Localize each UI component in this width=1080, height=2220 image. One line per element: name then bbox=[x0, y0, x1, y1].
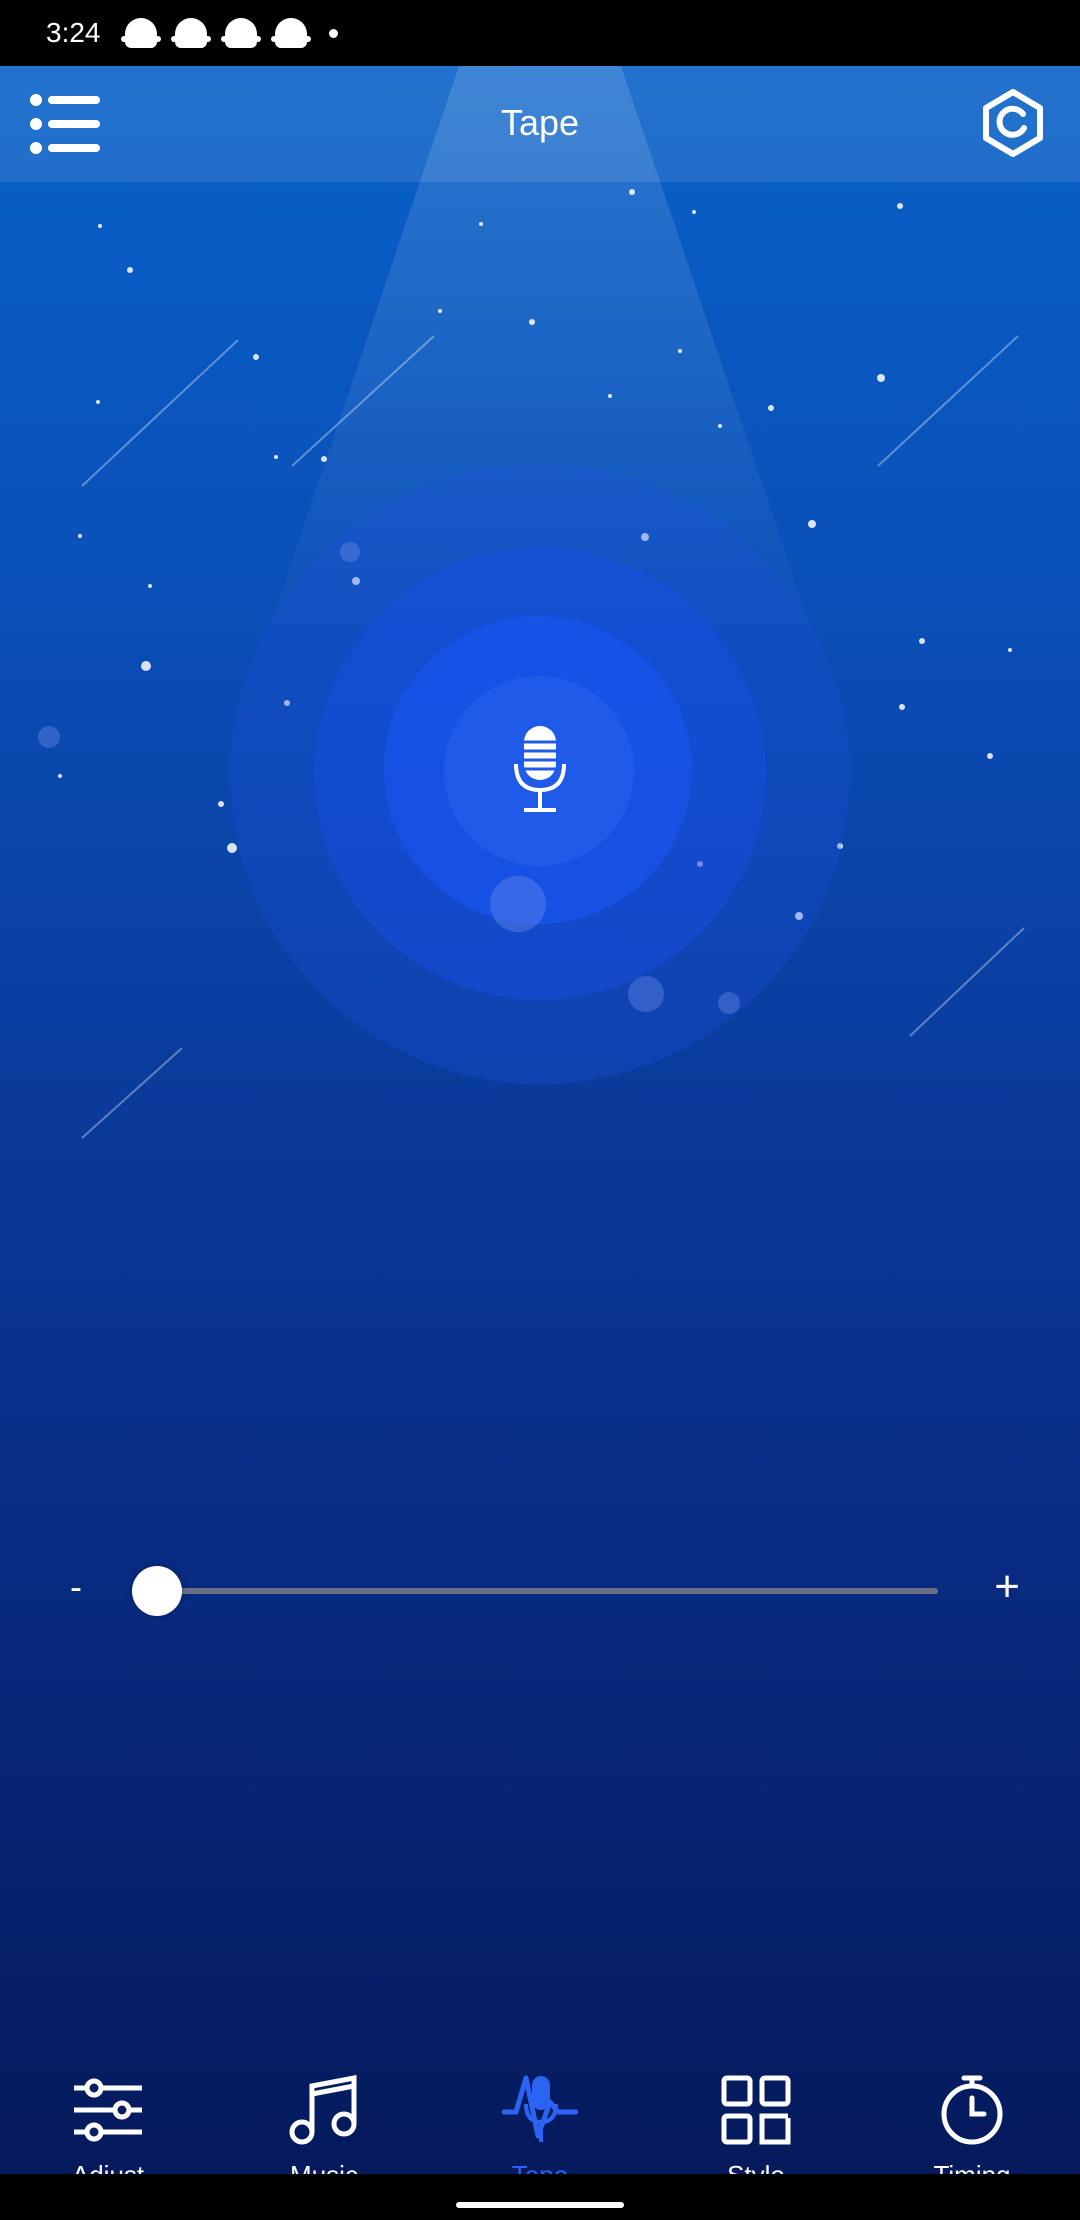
mic-wave-icon bbox=[502, 2075, 578, 2142]
nav-label-style: Style bbox=[727, 2160, 785, 2174]
gesture-navigation-bar bbox=[0, 2174, 1080, 2220]
notification-icons bbox=[120, 18, 338, 48]
gear-icon[interactable] bbox=[978, 88, 1048, 158]
slider-thumb[interactable] bbox=[132, 1566, 182, 1616]
nav-adjust[interactable]: Adjust bbox=[0, 2028, 216, 2174]
floating-bubble bbox=[490, 876, 546, 932]
page-title: Tape bbox=[500, 102, 580, 143]
floating-bubble bbox=[38, 726, 60, 748]
slider-min-label: - bbox=[70, 1566, 82, 1607]
nav-music[interactable]: Music bbox=[216, 2028, 432, 2174]
slider-max-label: + bbox=[994, 1562, 1020, 1611]
sliders-icon bbox=[74, 2078, 142, 2142]
app-screen: Tape - + Adjust bbox=[0, 66, 1080, 2174]
status-time: 3:24 bbox=[46, 17, 101, 48]
floating-bubble bbox=[340, 542, 360, 562]
nav-label-tape: Tape bbox=[512, 2160, 568, 2174]
timer-icon bbox=[941, 2075, 1003, 2145]
home-handle[interactable] bbox=[456, 2202, 624, 2208]
nav-label-music: Music bbox=[290, 2160, 358, 2174]
header-bar: Tape bbox=[0, 66, 1080, 182]
nav-timing[interactable]: Timing bbox=[864, 2028, 1080, 2174]
nav-label-adjust: Adjust bbox=[72, 2160, 144, 2174]
bottom-nav: Adjust Music Tape bbox=[0, 2028, 1080, 2174]
microphone-icon bbox=[514, 726, 566, 812]
snapchat-icon bbox=[270, 18, 311, 48]
floating-bubble bbox=[628, 976, 664, 1012]
nav-label-timing: Timing bbox=[933, 2160, 1010, 2174]
nav-style[interactable]: Style bbox=[648, 2028, 864, 2174]
more-notifications-dot bbox=[328, 28, 338, 38]
slider-track[interactable] bbox=[156, 1588, 938, 1594]
floating-bubble bbox=[718, 992, 740, 1014]
snapchat-icon bbox=[220, 18, 261, 48]
music-note-icon bbox=[289, 2074, 357, 2145]
status-bar: 3:24 bbox=[0, 0, 1080, 66]
nav-tape[interactable]: Tape bbox=[432, 2028, 648, 2174]
sensitivity-slider[interactable]: - + bbox=[60, 1556, 1020, 1626]
snapchat-icon bbox=[120, 18, 161, 48]
snapchat-icon bbox=[170, 18, 211, 48]
grid-icon bbox=[721, 2075, 791, 2145]
